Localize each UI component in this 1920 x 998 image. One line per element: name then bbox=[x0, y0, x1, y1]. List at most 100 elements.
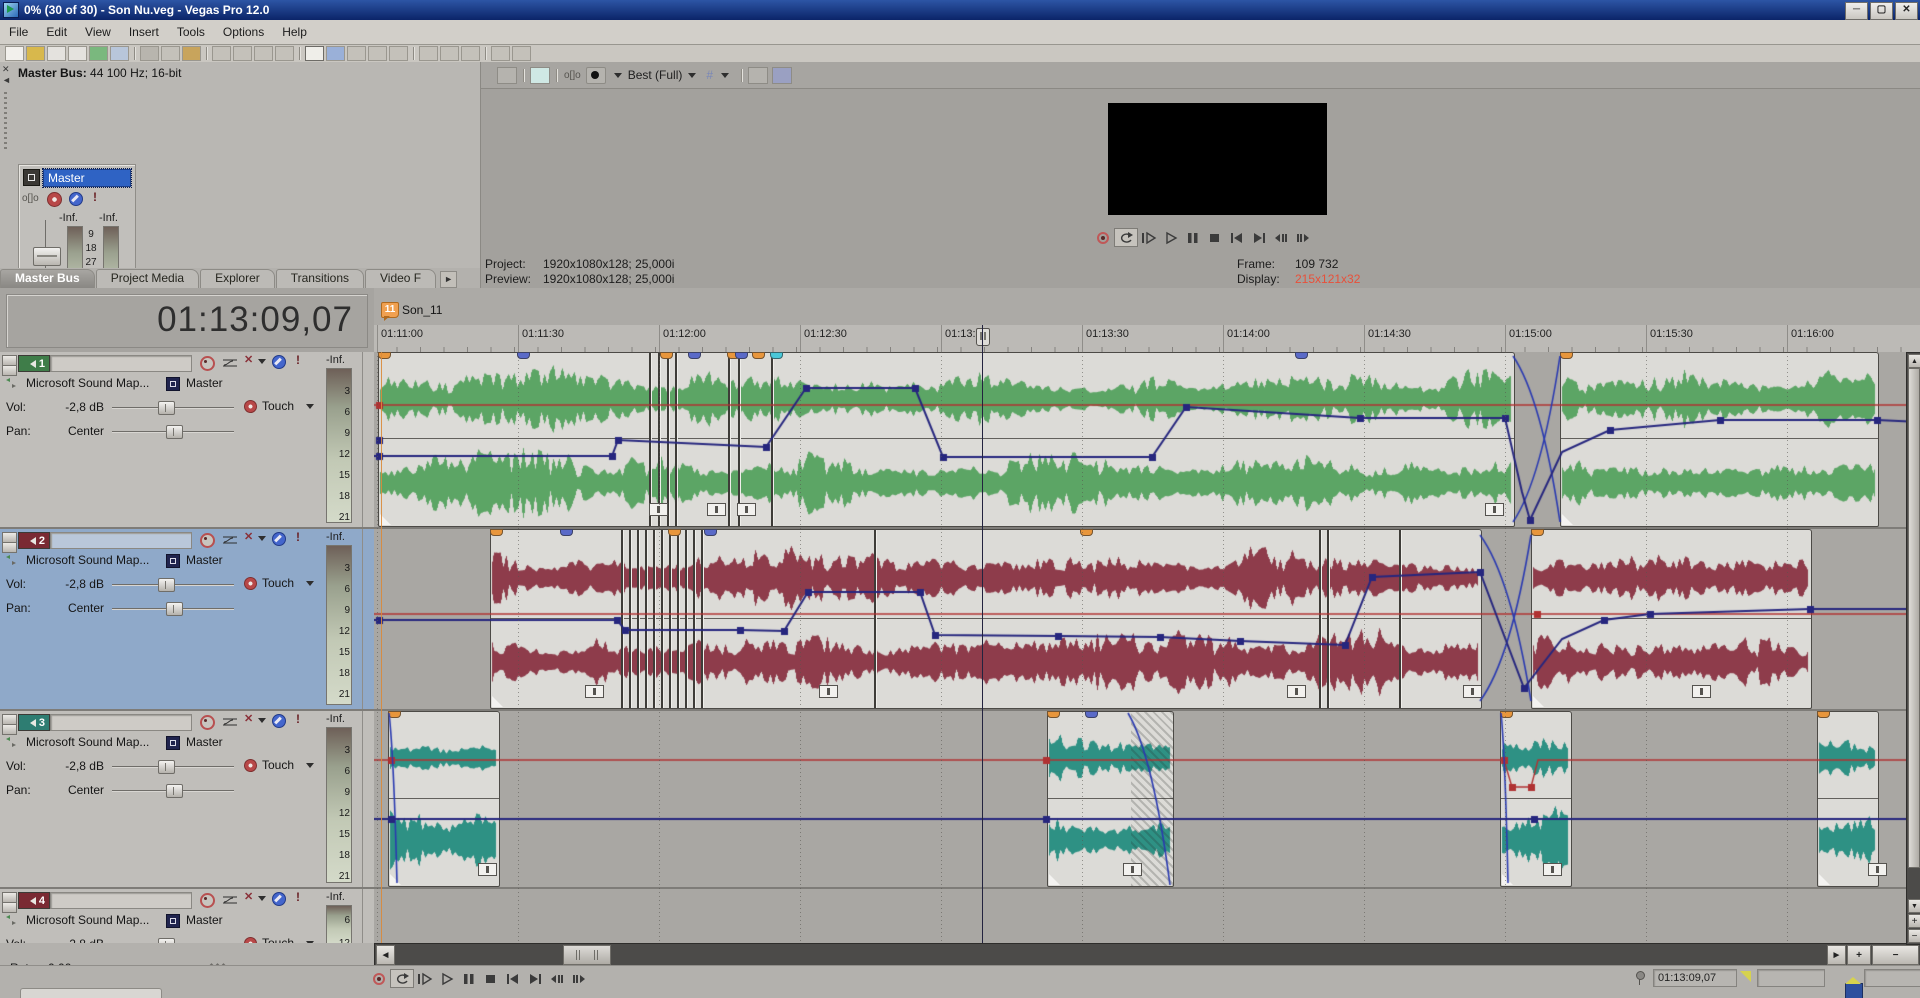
envelope-canvas[interactable] bbox=[374, 711, 1920, 887]
track-lane-2[interactable] bbox=[374, 529, 1920, 711]
play-button[interactable] bbox=[1160, 229, 1182, 246]
vol-slider-handle[interactable] bbox=[158, 760, 175, 774]
automation-dropdown-icon[interactable] bbox=[306, 581, 314, 586]
zoom-edit-tool-icon[interactable] bbox=[389, 46, 408, 61]
record-arm-button[interactable] bbox=[200, 715, 215, 730]
menu-insert[interactable]: Insert bbox=[120, 21, 168, 43]
selection-edit-tool-icon[interactable] bbox=[347, 46, 366, 61]
zoom-out-track-button[interactable]: − bbox=[1908, 929, 1920, 943]
pause-button[interactable] bbox=[458, 970, 480, 987]
enable-snapping-icon[interactable] bbox=[419, 46, 438, 61]
device-select[interactable]: Microsoft Sound Map... bbox=[26, 913, 149, 927]
mute-button[interactable]: ✕ bbox=[244, 714, 253, 725]
track-restore-button[interactable] bbox=[2, 902, 17, 913]
track-header-1[interactable]: 1✕!-Inf.Microsoft Sound Map...MasterVol:… bbox=[0, 352, 374, 529]
panel-close-icon[interactable]: ✕ bbox=[2, 65, 10, 73]
close-button[interactable]: ✕ bbox=[1895, 2, 1918, 20]
solo-button[interactable] bbox=[272, 355, 286, 369]
record-arm-button[interactable] bbox=[200, 893, 215, 908]
phase-button[interactable]: ! bbox=[296, 532, 300, 543]
track-number-chip[interactable]: 2 bbox=[18, 532, 50, 549]
tab-scroll-right-button[interactable]: ► bbox=[440, 271, 457, 288]
preview-color-dropdown-icon[interactable] bbox=[614, 73, 622, 78]
track-splitter[interactable] bbox=[356, 352, 374, 527]
scroll-left-button[interactable]: ◄ bbox=[376, 945, 395, 965]
go-to-end-button[interactable] bbox=[1248, 229, 1270, 246]
render-as-icon[interactable] bbox=[110, 46, 129, 61]
overlays-grid-icon[interactable]: # bbox=[706, 68, 713, 82]
play-button[interactable] bbox=[436, 970, 458, 987]
vertical-scroll-thumb[interactable] bbox=[1908, 368, 1920, 868]
track-restore-button[interactable] bbox=[2, 542, 17, 553]
automation-dropdown-icon[interactable] bbox=[306, 404, 314, 409]
zoom-in-track-button[interactable]: + bbox=[1908, 914, 1920, 928]
phase-button[interactable]: ! bbox=[296, 355, 300, 366]
marker-tag[interactable]: 11 bbox=[381, 302, 399, 318]
go-to-start-button[interactable] bbox=[1226, 229, 1248, 246]
interactive-tutorials-icon[interactable] bbox=[491, 46, 510, 61]
track-header-3[interactable]: 3✕!-Inf.Microsoft Sound Map...MasterVol:… bbox=[0, 711, 374, 889]
vol-value[interactable]: -2,8 dB bbox=[46, 759, 104, 773]
status-timecode-box[interactable]: 01:13:09,07 bbox=[1653, 969, 1737, 987]
automation-mode-select[interactable]: Touch bbox=[262, 758, 294, 772]
vol-slider-handle[interactable] bbox=[158, 578, 175, 592]
solo-button[interactable] bbox=[272, 532, 286, 546]
normal-edit-tool-icon[interactable] bbox=[305, 46, 324, 61]
track-envelope-button[interactable] bbox=[222, 357, 238, 367]
redo-icon[interactable] bbox=[254, 46, 273, 61]
automation-mode-select[interactable]: Touch bbox=[262, 399, 294, 413]
bus-assign-button[interactable] bbox=[166, 736, 180, 750]
solo-button[interactable] bbox=[272, 892, 286, 906]
track-name-field[interactable] bbox=[50, 532, 192, 549]
previous-frame-button[interactable] bbox=[1270, 229, 1292, 246]
scroll-right-button[interactable]: ► bbox=[1827, 945, 1846, 965]
menu-help[interactable]: Help bbox=[273, 21, 316, 43]
track-restore-button[interactable] bbox=[2, 724, 17, 735]
tab-master-bus[interactable]: Master Bus bbox=[0, 269, 95, 288]
undo-history-icon[interactable] bbox=[233, 46, 252, 61]
scroll-up-button[interactable]: ▲ bbox=[1908, 354, 1920, 368]
cursor-flag[interactable] bbox=[976, 328, 990, 346]
pan-value[interactable]: Center bbox=[46, 601, 104, 615]
play-from-start-button[interactable] bbox=[1138, 229, 1160, 246]
tab-explorer[interactable]: Explorer bbox=[200, 269, 275, 288]
automation-gear-icon[interactable] bbox=[244, 759, 257, 772]
vol-value[interactable]: -2,8 dB bbox=[46, 400, 104, 414]
open-project-icon[interactable] bbox=[26, 46, 45, 61]
zoom-out-time-button[interactable]: − bbox=[1872, 945, 1919, 965]
menu-file[interactable]: File bbox=[0, 21, 37, 43]
timeline-ruler[interactable]: 01:11:0001:11:3001:12:0001:12:3001:13:00… bbox=[374, 325, 1920, 353]
track-envelope-button[interactable] bbox=[222, 894, 238, 904]
menu-options[interactable]: Options bbox=[214, 21, 273, 43]
edit-tool-menu-icon[interactable] bbox=[368, 46, 387, 61]
next-frame-button[interactable] bbox=[1292, 229, 1314, 246]
track-number-chip[interactable]: 4 bbox=[18, 892, 50, 909]
pan-value[interactable]: Center bbox=[46, 783, 104, 797]
record-arm-button[interactable] bbox=[200, 533, 215, 548]
copy-snapshot-icon[interactable] bbox=[748, 67, 768, 84]
automation-gear-icon[interactable] bbox=[244, 577, 257, 590]
tab-project-media[interactable]: Project Media bbox=[96, 269, 199, 288]
project-properties-icon[interactable] bbox=[497, 67, 517, 84]
track-restore-button[interactable] bbox=[2, 365, 17, 376]
bus-name-field[interactable]: Master bbox=[43, 169, 131, 187]
external-monitor-icon[interactable] bbox=[530, 67, 550, 84]
redo-history-icon[interactable] bbox=[275, 46, 294, 61]
stop-button[interactable] bbox=[1204, 229, 1226, 246]
track-name-field[interactable] bbox=[50, 355, 192, 372]
track-name-field[interactable] bbox=[50, 714, 192, 731]
paste-icon[interactable] bbox=[182, 46, 201, 61]
play-from-start-button[interactable] bbox=[414, 970, 436, 987]
device-select[interactable]: Microsoft Sound Map... bbox=[26, 376, 149, 390]
device-select[interactable]: Microsoft Sound Map... bbox=[26, 553, 149, 567]
whats-this-help-icon[interactable] bbox=[512, 46, 531, 61]
track-lane-4[interactable] bbox=[374, 889, 1920, 951]
automation-gear-icon[interactable] bbox=[47, 192, 62, 207]
bus-assign-button[interactable] bbox=[166, 914, 180, 928]
track-splitter[interactable] bbox=[356, 889, 374, 949]
mute-button[interactable]: ✕ bbox=[244, 892, 253, 903]
device-select[interactable]: Microsoft Sound Map... bbox=[26, 735, 149, 749]
track-splitter[interactable] bbox=[356, 711, 374, 887]
horizontal-scrollbar[interactable]: ◄ ► + − bbox=[374, 943, 1920, 967]
track-splitter[interactable] bbox=[356, 529, 374, 709]
